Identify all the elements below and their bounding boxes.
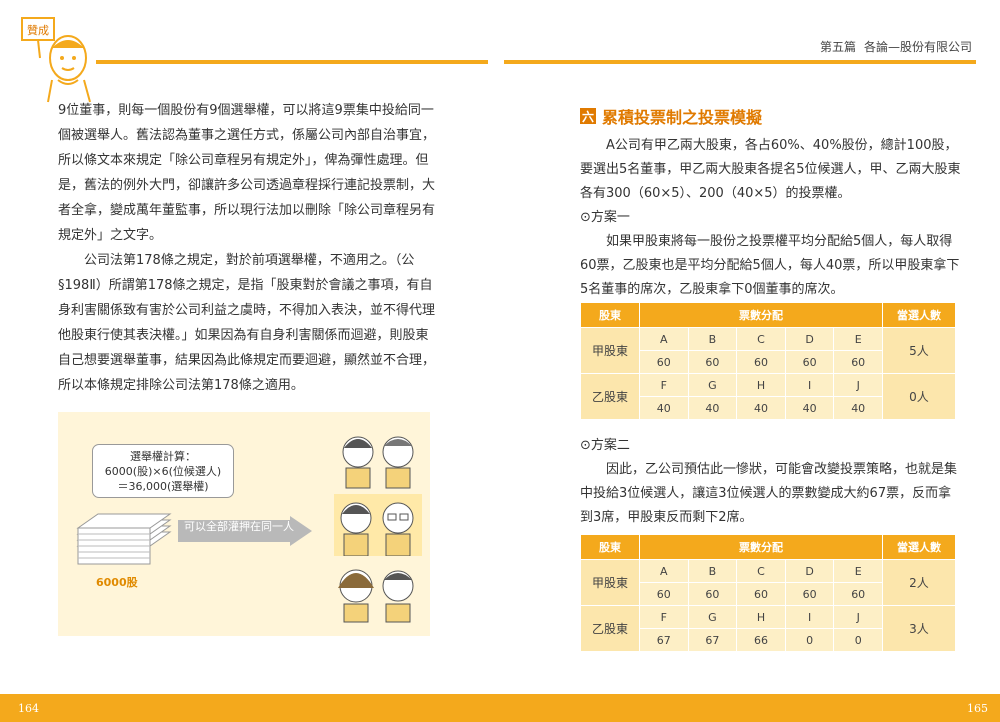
left-paragraph-2: 公司法第178條之規定，對於前項選舉權，不適用之。（公§198Ⅱ）所謂第178條… bbox=[58, 253, 436, 393]
ballot-stack-icon bbox=[76, 513, 172, 565]
vote-cell: 60 bbox=[639, 350, 689, 374]
candidate-cell: C bbox=[736, 327, 786, 351]
candidate-cell: I bbox=[784, 605, 835, 629]
vote-cell: 60 bbox=[687, 582, 738, 606]
arrow-label: 可以全部灌押在同一人 bbox=[184, 520, 294, 533]
vote-cell: 60 bbox=[687, 350, 738, 374]
calc-line-2: 6000(股)×6(位候選人) bbox=[104, 465, 222, 478]
vote-cell: 40 bbox=[687, 396, 738, 420]
candidate-cell: J bbox=[833, 373, 883, 397]
holder-name: 甲股東 bbox=[580, 327, 640, 374]
plan2-text: 因此，乙公司預估此一慘狀，可能會改變投票策略，也就是集中投給3位候選人，讓這3位… bbox=[580, 462, 958, 525]
page-number-right: 165 bbox=[967, 702, 988, 715]
th-elected: 當選人數 bbox=[882, 534, 956, 560]
intro-text: A公司有甲乙兩大股東，各占60%、40%股份，總計100股，要選出5名董事，甲乙… bbox=[580, 134, 962, 206]
candidate-cell: E bbox=[833, 559, 883, 583]
left-body-text: 9位董事，則每一個股份有9個選舉權，可以將這9票集中投給同一個被選舉人。舊法認為… bbox=[58, 98, 436, 398]
calculation-box: 選舉權計算： 6000(股)×6(位候選人) ＝36,000(選舉權) bbox=[92, 444, 234, 498]
candidate-cell: H bbox=[736, 373, 786, 397]
vote-cell: 67 bbox=[687, 628, 738, 652]
candidate-cell: A bbox=[639, 327, 689, 351]
candidate-cell: E bbox=[833, 327, 883, 351]
header-rule-right bbox=[504, 60, 976, 64]
plan2-block: ⊙方案二 因此，乙公司預估此一慘狀，可能會改變投票策略，也就是集中投給3位候選人… bbox=[580, 434, 962, 530]
elected-count: 3人 bbox=[882, 605, 956, 652]
calc-line-1: 選舉權計算： bbox=[130, 450, 196, 463]
candidate-cell: G bbox=[687, 605, 738, 629]
table-row: 乙股東 F G H I J 3人 bbox=[580, 605, 956, 652]
th-holder: 股東 bbox=[580, 534, 640, 560]
candidate-cell: D bbox=[784, 327, 835, 351]
vote-cell: 40 bbox=[833, 396, 883, 420]
page-number-left: 164 bbox=[18, 702, 39, 715]
elected-count: 2人 bbox=[882, 559, 956, 606]
th-holder: 股東 bbox=[580, 302, 640, 328]
holder-name: 乙股東 bbox=[580, 605, 640, 652]
mascot-sign-text: 贊成 bbox=[27, 23, 49, 37]
candidate-faces-row-3 bbox=[338, 569, 414, 623]
running-header: 第五篇 各論—股份有限公司 bbox=[820, 38, 972, 55]
elected-count: 5人 bbox=[882, 327, 956, 374]
left-paragraph-1: 9位董事，則每一個股份有9個選舉權，可以將這9票集中投給同一個被選舉人。舊法認為… bbox=[58, 103, 436, 243]
candidate-cell: C bbox=[736, 559, 786, 583]
vote-cell: 60 bbox=[736, 350, 786, 374]
elected-count: 0人 bbox=[882, 373, 956, 420]
th-elected: 當選人數 bbox=[882, 302, 956, 328]
vote-cell: 40 bbox=[639, 396, 689, 420]
vote-cell: 66 bbox=[736, 628, 786, 652]
vote-cell: 60 bbox=[736, 582, 786, 606]
candidate-cell: G bbox=[687, 373, 738, 397]
vote-cell: 67 bbox=[639, 628, 689, 652]
table-header-row: 股東 票數分配 當選人數 bbox=[580, 302, 956, 328]
table-row: 甲股東 A B C D E 2人 bbox=[580, 559, 956, 606]
plan2-label: ⊙方案二 bbox=[580, 438, 630, 453]
vote-cell: 60 bbox=[833, 582, 883, 606]
vote-table-1: 股東 票數分配 當選人數 甲股東 A B C D E 5人 60 60 60 6… bbox=[580, 302, 956, 420]
candidate-cell: F bbox=[639, 605, 689, 629]
plan1-label: ⊙方案一 bbox=[580, 210, 630, 225]
table-row: 甲股東 A B C D E 5人 bbox=[580, 327, 956, 374]
candidate-faces-row-2 bbox=[334, 494, 422, 556]
candidate-cell: A bbox=[639, 559, 689, 583]
section-title-text: 累積投票制之投票模擬 bbox=[602, 108, 763, 127]
header-chapter: 第五篇 bbox=[819, 40, 856, 54]
plan1-text: 如果甲股東將每一股份之投票權平均分配給5個人，每人取得60票，乙股東也是平均分配… bbox=[580, 234, 960, 297]
th-distribution: 票數分配 bbox=[639, 302, 883, 328]
table-row: 乙股東 F G H I J 0人 bbox=[580, 373, 956, 420]
share-count-label: 6000股 bbox=[96, 576, 138, 589]
footer-bar bbox=[0, 694, 1000, 722]
candidate-cell: F bbox=[639, 373, 689, 397]
header-title: 各論—股份有限公司 bbox=[863, 40, 972, 54]
intro-paragraph: A公司有甲乙兩大股東，各占60%、40%股份，總計100股，要選出5名董事，甲乙… bbox=[580, 138, 961, 201]
candidate-cell: H bbox=[736, 605, 786, 629]
candidate-cell: I bbox=[784, 373, 835, 397]
vote-cell: 0 bbox=[833, 628, 883, 652]
mascot-illustration: 贊成 bbox=[21, 17, 91, 103]
th-distribution: 票數分配 bbox=[639, 534, 883, 560]
header-rule-left bbox=[96, 60, 488, 64]
table-header-row: 股東 票數分配 當選人數 bbox=[580, 534, 956, 560]
candidate-cell: J bbox=[833, 605, 883, 629]
holder-name: 乙股東 bbox=[580, 373, 640, 420]
holder-name: 甲股東 bbox=[580, 559, 640, 606]
vote-table-2: 股東 票數分配 當選人數 甲股東 A B C D E 2人 60 60 60 6… bbox=[580, 534, 956, 652]
calc-line-3: ＝36,000(選舉權) bbox=[117, 480, 209, 493]
vote-cell: 40 bbox=[784, 396, 835, 420]
vote-cell: 0 bbox=[784, 628, 835, 652]
vote-cell: 60 bbox=[833, 350, 883, 374]
candidate-cell: D bbox=[784, 559, 835, 583]
candidate-cell: B bbox=[687, 559, 738, 583]
candidate-cell: B bbox=[687, 327, 738, 351]
section-title: 六 累積投票制之投票模擬 bbox=[580, 104, 762, 128]
plan1-block: ⊙方案一 如果甲股東將每一股份之投票權平均分配給5個人，每人取得60票，乙股東也… bbox=[580, 206, 962, 302]
vote-cell: 60 bbox=[639, 582, 689, 606]
vote-cell: 60 bbox=[784, 350, 835, 374]
vote-cell: 60 bbox=[784, 582, 835, 606]
section-badge: 六 bbox=[580, 108, 596, 124]
vote-cell: 40 bbox=[736, 396, 786, 420]
candidate-faces-row-1 bbox=[342, 436, 414, 489]
